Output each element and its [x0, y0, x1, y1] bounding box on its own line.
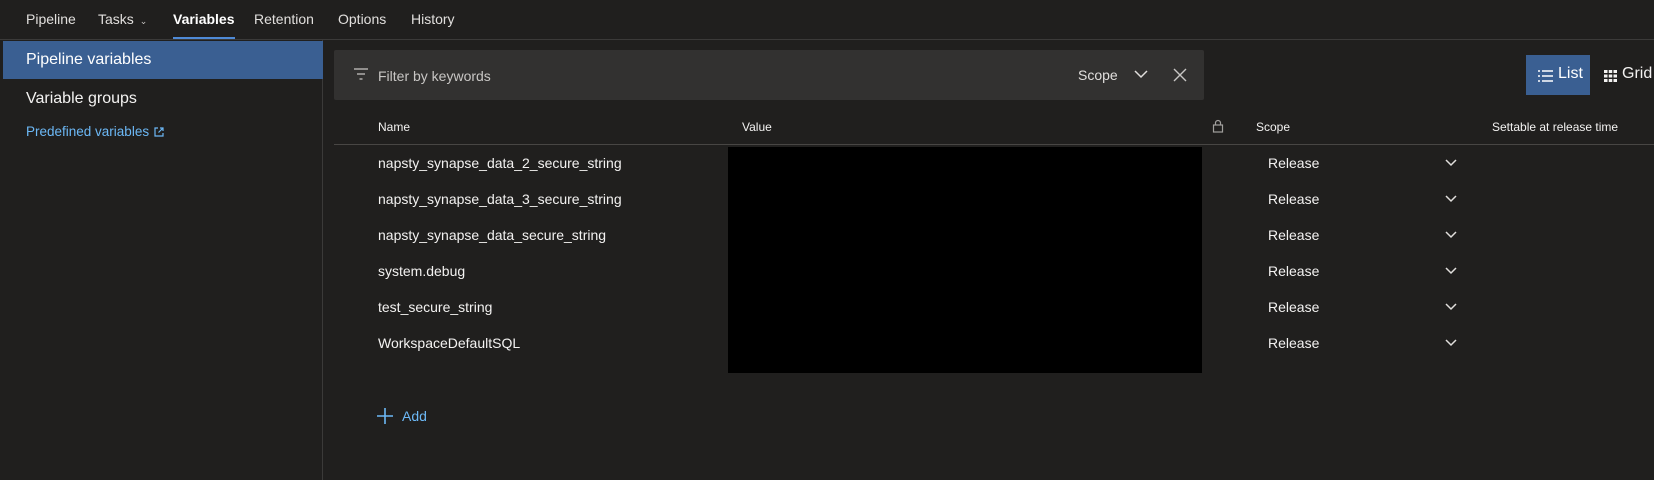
scope-value: Release — [1268, 227, 1320, 243]
tab-options-label: Options — [338, 11, 387, 27]
chevron-down-icon — [1445, 159, 1457, 167]
sidebar-item-variable-groups[interactable]: Variable groups — [3, 80, 323, 118]
column-header-name[interactable]: Name — [378, 120, 410, 134]
column-header-value[interactable]: Value — [742, 120, 772, 134]
tab-tasks[interactable]: Tasks ⌄ — [98, 0, 147, 39]
tab-history[interactable]: History — [411, 0, 455, 39]
tab-tasks-label: Tasks — [98, 11, 134, 27]
variable-name-cell[interactable]: system.debug — [378, 263, 465, 279]
chevron-down-icon — [1445, 303, 1457, 311]
variable-name-cell[interactable]: WorkspaceDefaultSQL — [378, 335, 520, 351]
close-icon[interactable] — [1173, 68, 1187, 82]
column-header-scope[interactable]: Scope — [1256, 120, 1290, 134]
filter-keywords-input[interactable] — [376, 63, 980, 89]
scope-dropdown[interactable]: Release — [1258, 221, 1654, 251]
tab-pipeline[interactable]: Pipeline — [26, 0, 76, 39]
tab-options[interactable]: Options — [338, 0, 386, 39]
variables-table-header: Name Value Scope Settable at release tim… — [334, 110, 1654, 145]
tab-variables[interactable]: Variables — [173, 0, 235, 39]
filter-icon — [354, 68, 368, 80]
variable-name-cell[interactable]: napsty_synapse_data_secure_string — [378, 227, 606, 243]
filter-bar: Scope — [334, 50, 1204, 100]
grid-icon — [1604, 70, 1617, 82]
top-tab-bar: Pipeline Tasks ⌄ Variables Retention Opti… — [0, 0, 1654, 40]
tab-variables-label: Variables — [173, 11, 235, 27]
variable-name-cell[interactable]: napsty_synapse_data_3_secure_string — [378, 191, 622, 207]
variable-name-cell[interactable]: napsty_synapse_data_2_secure_string — [378, 155, 622, 171]
predefined-variables-link[interactable]: Predefined variables — [26, 124, 164, 139]
scope-dropdown[interactable]: Release — [1258, 293, 1654, 323]
predefined-variables-label: Predefined variables — [26, 124, 150, 139]
scope-dropdown[interactable]: Release — [1258, 329, 1654, 359]
plus-icon — [377, 408, 393, 424]
sidebar-item-label: Variable groups — [26, 90, 137, 107]
scope-value: Release — [1268, 299, 1320, 315]
scope-filter-dropdown[interactable]: Scope — [1078, 62, 1148, 88]
scope-dropdown[interactable]: Release — [1258, 185, 1654, 215]
column-header-settable[interactable]: Settable at release time — [1492, 120, 1618, 134]
tab-retention-label: Retention — [254, 11, 314, 27]
tab-history-label: History — [411, 11, 455, 27]
scope-filter-label: Scope — [1078, 67, 1118, 83]
list-icon — [1538, 70, 1553, 82]
tab-retention[interactable]: Retention — [254, 0, 314, 39]
chevron-down-icon: ⌄ — [139, 16, 148, 26]
chevron-down-icon — [1445, 339, 1457, 347]
variable-name-cell[interactable]: test_secure_string — [378, 299, 492, 315]
grid-view-label: Grid — [1622, 65, 1653, 82]
chevron-down-icon — [1134, 70, 1148, 79]
add-variable-label: Add — [402, 408, 427, 424]
scope-value: Release — [1268, 155, 1320, 171]
scope-value: Release — [1268, 263, 1320, 279]
variables-sidebar: Pipeline variables Variable groups Prede… — [0, 40, 323, 480]
scope-value: Release — [1268, 335, 1320, 351]
grid-view-button[interactable]: Grid — [1600, 55, 1654, 95]
redacted-values-block — [728, 147, 1202, 373]
chevron-down-icon — [1445, 195, 1457, 203]
tab-pipeline-label: Pipeline — [26, 11, 76, 27]
chevron-down-icon — [1445, 231, 1457, 239]
list-view-label: List — [1558, 65, 1583, 82]
scope-dropdown[interactable]: Release — [1258, 149, 1654, 179]
lock-icon — [1212, 119, 1224, 133]
sidebar-item-label: Pipeline variables — [26, 51, 152, 68]
chevron-down-icon — [1445, 267, 1457, 275]
sidebar-item-pipeline-variables[interactable]: Pipeline variables — [3, 41, 323, 79]
external-link-icon — [154, 127, 164, 137]
scope-dropdown[interactable]: Release — [1258, 257, 1654, 287]
scope-value: Release — [1268, 191, 1320, 207]
list-view-button[interactable]: List — [1526, 55, 1590, 95]
